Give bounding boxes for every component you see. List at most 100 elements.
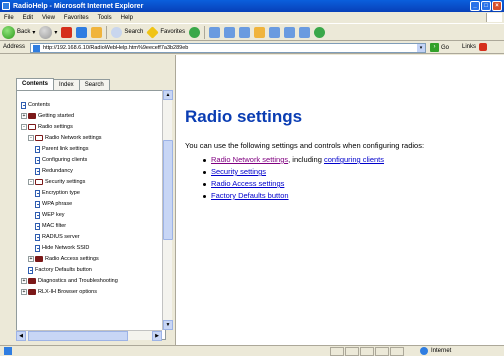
status-pane (360, 347, 374, 356)
close-button[interactable]: × (492, 1, 502, 11)
menu-view[interactable]: View (42, 15, 55, 21)
tree-vertical-scrollbar[interactable]: ▲ ▼ (162, 90, 173, 330)
scroll-right-icon[interactable]: ▶ (152, 331, 162, 341)
tree-item[interactable]: RADIUS server (35, 233, 80, 241)
tree-item[interactable]: MAC filter (35, 222, 66, 230)
menu-favorites[interactable]: Favorites (64, 15, 89, 21)
links-button[interactable]: Links (462, 43, 488, 51)
menu-tools[interactable]: Tools (98, 15, 112, 21)
folder-icon[interactable] (254, 26, 266, 38)
tree-item[interactable]: - Security settings (28, 178, 85, 186)
edit-icon[interactable] (284, 26, 296, 38)
windows-logo-icon (486, 13, 502, 22)
links-label: Links (462, 44, 477, 50)
status-pane (375, 347, 389, 356)
tree-item-label: Parent link settings (42, 146, 89, 152)
forward-button[interactable]: ▾ (39, 25, 57, 39)
tree-item[interactable]: + Getting started (21, 112, 74, 120)
collapse-icon[interactable]: - (21, 124, 27, 130)
search-button[interactable]: Search (111, 26, 143, 38)
research-icon[interactable] (269, 26, 281, 38)
tree-item[interactable]: Encryption type (35, 189, 80, 197)
help-sidebar: Contents Index Search Contents + Getting s… (0, 55, 176, 345)
tab-search[interactable]: Search (78, 79, 110, 90)
home-icon[interactable] (91, 26, 103, 38)
window-controls: _ □ × (470, 1, 502, 11)
toolbar: Back ▾ ▾ Search Favorites (0, 23, 504, 41)
tree-item[interactable]: WEP key (35, 211, 65, 219)
maximize-button[interactable]: □ (481, 1, 491, 11)
scroll-down-icon[interactable]: ▼ (163, 320, 173, 330)
tree-item[interactable]: + Radio Access settings (28, 255, 99, 263)
tree-item[interactable]: Redundancy (35, 167, 73, 175)
expand-icon[interactable]: + (28, 256, 34, 262)
tab-contents[interactable]: Contents (16, 78, 54, 90)
tree-item[interactable]: Configuring clients (35, 156, 87, 164)
tree-item[interactable]: WPA phrase (35, 200, 72, 208)
document-icon (35, 222, 40, 230)
scroll-thumb[interactable] (163, 140, 173, 240)
favorites-button[interactable]: Favorites (146, 25, 185, 39)
forward-arrow-icon (39, 25, 53, 39)
print-icon[interactable] (239, 26, 251, 38)
tools-icon[interactable] (314, 26, 326, 38)
tree-horizontal-scrollbar[interactable]: ◀ ▶ (16, 330, 162, 341)
minimize-button[interactable]: _ (470, 1, 480, 11)
document-icon (35, 156, 40, 164)
back-button[interactable]: Back ▾ (2, 25, 35, 39)
toolbar-separator (106, 25, 108, 39)
tree-item-label: Redundancy (42, 168, 73, 174)
back-arrow-icon (2, 25, 15, 39)
menu-bar: File Edit View Favorites Tools Help (0, 12, 504, 23)
document-icon (21, 101, 26, 109)
scroll-up-icon[interactable]: ▲ (163, 90, 173, 100)
back-label: Back (17, 29, 31, 35)
dropdown-icon[interactable]: ▾ (417, 44, 425, 52)
factory-defaults-link[interactable]: Factory Defaults button (211, 190, 289, 202)
page-title: Radio settings (185, 107, 303, 126)
tree-item[interactable]: Parent link settings (35, 145, 88, 153)
tree-item[interactable]: + RLX-IH Browser options (21, 288, 97, 296)
collapse-icon[interactable]: - (28, 135, 34, 141)
tab-index[interactable]: Index (53, 79, 80, 90)
configuring-clients-link[interactable]: configuring clients (324, 154, 384, 166)
tree-item[interactable]: Factory Defaults button (28, 266, 92, 274)
collapse-icon[interactable]: - (28, 179, 34, 185)
contents-tree: Contents + Getting started - Radio settings -… (16, 90, 166, 340)
tree-item-label: Hide Network SSID (42, 245, 90, 251)
media-icon[interactable] (189, 26, 201, 38)
tree-item[interactable]: - Radio Network settings (28, 134, 102, 142)
menu-edit[interactable]: Edit (23, 15, 33, 21)
document-icon (35, 233, 40, 241)
tree-item[interactable]: + Diagnostics and Troubleshooting (21, 277, 118, 285)
tree-item-label: Factory Defaults button (35, 267, 92, 273)
document-icon (35, 211, 40, 219)
history-icon[interactable] (209, 26, 221, 38)
messenger-icon[interactable] (299, 26, 311, 38)
tree-item[interactable]: Hide Network SSID (35, 244, 89, 252)
go-button[interactable]: › Go (430, 43, 449, 52)
refresh-icon[interactable] (76, 26, 88, 38)
tree-item-label: Configuring clients (42, 157, 88, 163)
security-settings-link[interactable]: Security settings (211, 166, 266, 178)
links-icon (479, 43, 488, 51)
search-icon (111, 26, 123, 38)
document-icon (35, 145, 40, 153)
tree-item[interactable]: - Radio settings (21, 123, 73, 131)
scroll-left-icon[interactable]: ◀ (16, 331, 26, 341)
scroll-thumb[interactable] (28, 331, 128, 341)
stop-icon[interactable] (61, 26, 73, 38)
go-arrow-icon: › (430, 43, 439, 52)
menu-file[interactable]: File (4, 15, 14, 21)
mail-icon[interactable] (224, 26, 236, 38)
menu-help[interactable]: Help (121, 15, 133, 21)
expand-icon[interactable]: + (21, 113, 27, 119)
tree-item[interactable]: Contents (21, 101, 50, 109)
expand-icon[interactable]: + (21, 289, 27, 295)
ie-icon (2, 2, 10, 10)
address-input[interactable]: http://192.168.6.10/RadioWebHelp.htm%9ee… (30, 43, 426, 53)
radio-network-link[interactable]: Radio Network settings (211, 154, 288, 166)
radio-access-link[interactable]: Radio Access settings (211, 178, 284, 190)
expand-icon[interactable]: + (21, 278, 27, 284)
sidebar-tabs: Contents Index Search (16, 78, 110, 90)
